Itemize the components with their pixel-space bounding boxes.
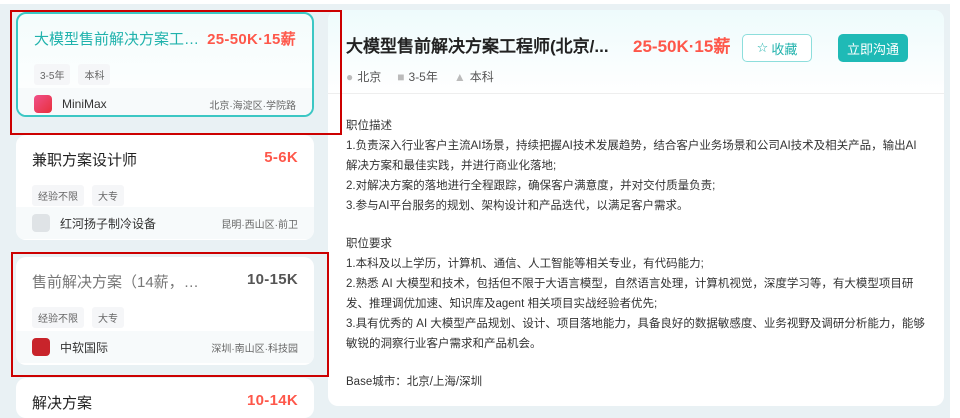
desc-line: 3.参与AI平台服务的规划、架构设计和产品迭代，以满足客户需求。 [346,200,689,212]
job-location: 北京·海淀区·学院路 [209,100,296,112]
desc-line: 2.对解决方案的落地进行全程跟踪，确保客户满意度，并对交付质量负责; [346,180,716,192]
detail-experience: 3-5年 [408,70,438,84]
job-card[interactable]: 兼职方案设计师 5-6K 经验不限 大专 红河扬子制冷设备 昆明·西山区·前卫 [16,135,314,240]
desc-line: 1.负责深入行业客户主流AI场景，持续把握AI技术发展趋势，结合客户业务场景和公… [346,140,917,152]
job-title: 兼职方案设计师 [32,152,138,169]
job-title: 售前解决方案（14薪，全额社保... [32,274,212,291]
detail-education: 本科 [469,70,494,84]
job-title: 解决方案 [32,395,93,412]
detail-salary: 25-50K·15薪 [633,37,731,56]
tag: 本科 [78,64,111,85]
req-line: 3.具有优秀的 AI 大模型产品规划、设计、项目落地能力，具备良好的数据敏感度、… [346,318,925,330]
job-card[interactable]: 解决方案 10-14K [16,378,314,418]
req-line: 敏锐的洞察行业客户需求和产品机会。 [346,338,542,350]
tag: 经验不限 [32,185,84,206]
tag: 3-5年 [34,64,71,85]
tag: 经验不限 [32,307,84,328]
favorite-button[interactable]: ☆ 收藏 [742,34,812,62]
job-location: 昆明·西山区·前卫 [221,219,298,231]
tag: 大专 [92,307,124,328]
req-line: 发、推理调优加速、知识库及agent 相关项目实战经验者优先; [346,298,658,310]
company-name: 红河扬子制冷设备 [60,216,157,231]
job-salary: 10-14K [247,392,298,409]
job-salary: 10-15K [247,271,298,288]
job-salary: 5-6K [264,149,298,166]
favorite-label: 收藏 [771,41,798,57]
company-name: MiniMax [62,97,107,111]
base-city: Base城市：北京/上海/深圳 [346,376,483,388]
req-line: 2.熟悉 AI 大模型和技术，包括但不限于大语言模型，自然语言处理，计算机视觉，… [346,278,914,290]
desc-line: 解决方案和最佳实践，并进行商业化落地; [346,160,557,172]
detail-title: 大模型售前解决方案工程师(北京/... [346,37,609,56]
tag: 大专 [92,185,124,206]
briefcase-icon: ■ [397,70,405,84]
company-name: 中软国际 [60,340,109,355]
company-logo-icon [32,338,50,356]
building-icon [32,214,50,232]
job-title: 大模型售前解决方案工程师... [34,31,214,48]
description-heading: 职位描述 [346,120,392,132]
job-card[interactable]: 售前解决方案（14薪，全额社保... 10-15K 经验不限大专 中软国际 深圳·… [16,257,314,365]
job-salary: 25-50K·15薪 [207,31,296,48]
req-line: 1.本科及以上学历，计算机、通信、人工智能等相关专业，有代码能力; [346,258,704,270]
job-detail-panel: 大模型售前解决方案工程师(北京/... 25-50K·15薪 ● 北京 ■ 3-5年… [328,10,944,406]
star-icon: ☆ [756,40,769,55]
chat-now-button[interactable]: 立即沟通 [838,34,908,62]
location-pin-icon: ● [346,70,354,84]
job-card[interactable]: 大模型售前解决方案工程师... 25-50K·15薪 3-5年 本科 MiniMa… [16,12,314,117]
job-location: 深圳·南山区·科技园 [211,343,298,355]
graduation-cap-icon: ▲ [453,70,466,84]
detail-city: 北京 [357,70,382,84]
company-logo-icon [34,95,52,113]
requirements-heading: 职位要求 [346,238,392,250]
